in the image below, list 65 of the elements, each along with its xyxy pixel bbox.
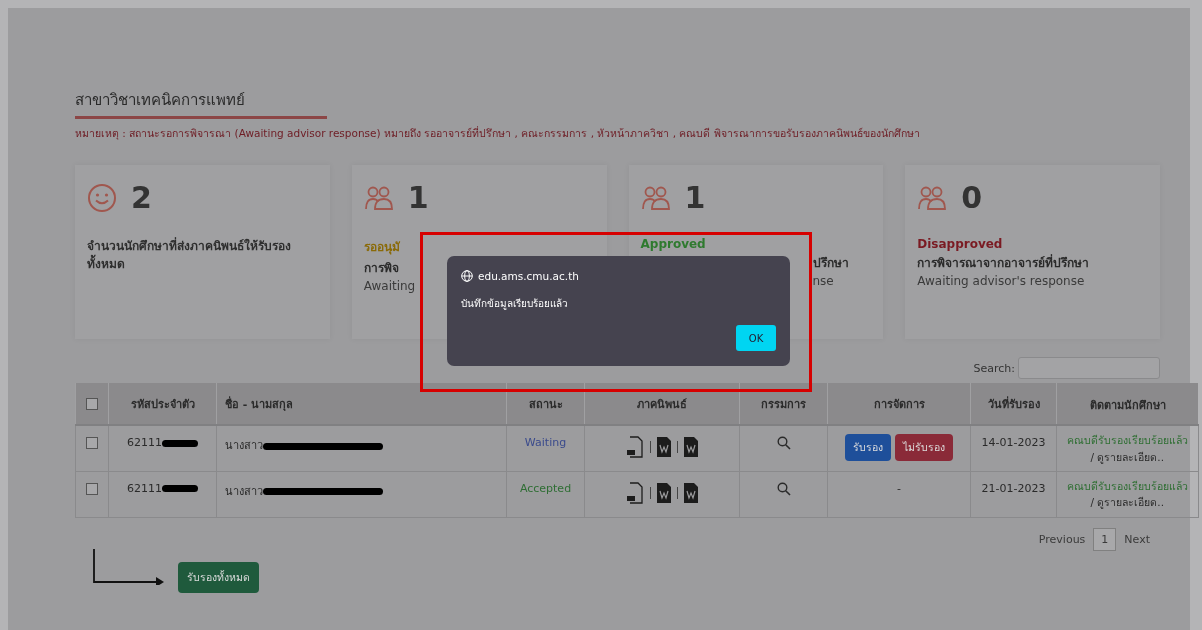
redaction-mark (162, 439, 198, 447)
no-action-text: - (897, 481, 901, 495)
student-name: นางสาว (225, 484, 263, 498)
people-icon (640, 185, 671, 211)
dialog-origin: edu.ams.cmu.ac.th (478, 270, 579, 282)
stat-count: 0 (961, 183, 983, 213)
approve-button[interactable]: รับรอง (845, 434, 891, 461)
status-label: Disapproved (917, 237, 1003, 251)
column-header: ชื่อ - นามสกุล (216, 383, 507, 425)
row-checkbox[interactable] (86, 437, 98, 449)
column-header: กรรมการ (739, 383, 828, 425)
people-icon (917, 185, 948, 211)
dialog-message: บันทึกข้อมูลเรียบร้อยแล้ว (461, 297, 569, 311)
row-checkbox[interactable] (86, 482, 98, 495)
ok-button[interactable]: OK (736, 325, 776, 351)
select-all-checkbox[interactable] (86, 398, 98, 410)
word-file-icon[interactable] (657, 482, 671, 503)
stat-line: การพิจารณาจากอาจารย์ที่ปรึกษา (917, 253, 1090, 272)
page-button[interactable]: 1 (1093, 527, 1117, 551)
page-title: สาขาวิชาเทคนิคการแพทย์ (75, 90, 246, 111)
stat-description: จำนวนนักศึกษาที่ส่งภาคนิพนธ์ให้รับรองทั้งหมด (87, 237, 292, 273)
search-label: Search: (973, 361, 1015, 375)
arrow-drawing (92, 548, 164, 585)
status-text: Waiting (524, 436, 567, 449)
student-id: 62111 (127, 481, 162, 495)
reject-button[interactable]: ไม่รับรอง (895, 434, 953, 461)
detail-link[interactable]: / ดูรายละเอียด.. (1059, 448, 1196, 466)
pdf-file-icon[interactable] (626, 481, 644, 504)
approve-all-button[interactable]: รับรองทั้งหมด (178, 561, 259, 593)
stat-subline: nse (812, 274, 834, 288)
note-text: หมายเหตุ : สถานะรอการพิจารณา (Awaiting advisor response) หมายถึง รออาจารย์ที่ปรึกษา , คณะกรรมการ , หัวหน้าภาควิชา , คณบดี พิจารณาการขอรับรองภาคนิพนธ์ของนักศึกษา (75, 125, 921, 142)
column-header: ภาคนิพนธ์ (584, 383, 740, 425)
student-name: นางสาว (225, 439, 263, 452)
column-header: ติดตามนักศึกษา (1056, 383, 1198, 425)
next-link[interactable]: Next (1124, 532, 1150, 546)
people-icon (363, 185, 394, 211)
stat-count: 1 (684, 183, 706, 213)
stat-subline: Awaiting advisor's response (917, 274, 1085, 288)
status-text: Accepted (519, 481, 572, 495)
column-header: วันที่รับรอง (970, 383, 1057, 425)
stat-line: การพิจ (363, 260, 399, 277)
detail-link[interactable]: / ดูรายละเอียด.. (1059, 494, 1196, 512)
globe-icon (461, 270, 473, 282)
previous-link[interactable]: Previous (1038, 532, 1086, 546)
pdf-file-icon[interactable] (626, 436, 644, 458)
search-icon[interactable] (776, 481, 791, 496)
search-icon[interactable] (776, 436, 791, 450)
column-header: การจัดการ (827, 383, 971, 425)
date-text: 21-01-2023 (981, 481, 1046, 495)
stat-count: 1 (407, 183, 429, 213)
student-id: 62111 (127, 436, 162, 449)
stat-subline: Awaiting (363, 279, 416, 293)
word-file-icon[interactable] (657, 437, 671, 457)
status-label: Approved (640, 237, 706, 251)
search-field[interactable] (1018, 357, 1160, 379)
stat-line: ปรึกษา (812, 255, 849, 272)
word-file-icon[interactable] (684, 482, 698, 503)
word-file-icon[interactable] (684, 437, 698, 457)
column-header: รหัสประจำตัว (108, 383, 217, 425)
column-header: สถานะ (506, 383, 585, 425)
stat-count: 2 (131, 183, 152, 213)
redaction-mark (162, 485, 198, 492)
date-text: 14-01-2023 (981, 436, 1046, 449)
smiley-icon (87, 183, 117, 213)
status-label: รออนุมั (363, 239, 400, 256)
